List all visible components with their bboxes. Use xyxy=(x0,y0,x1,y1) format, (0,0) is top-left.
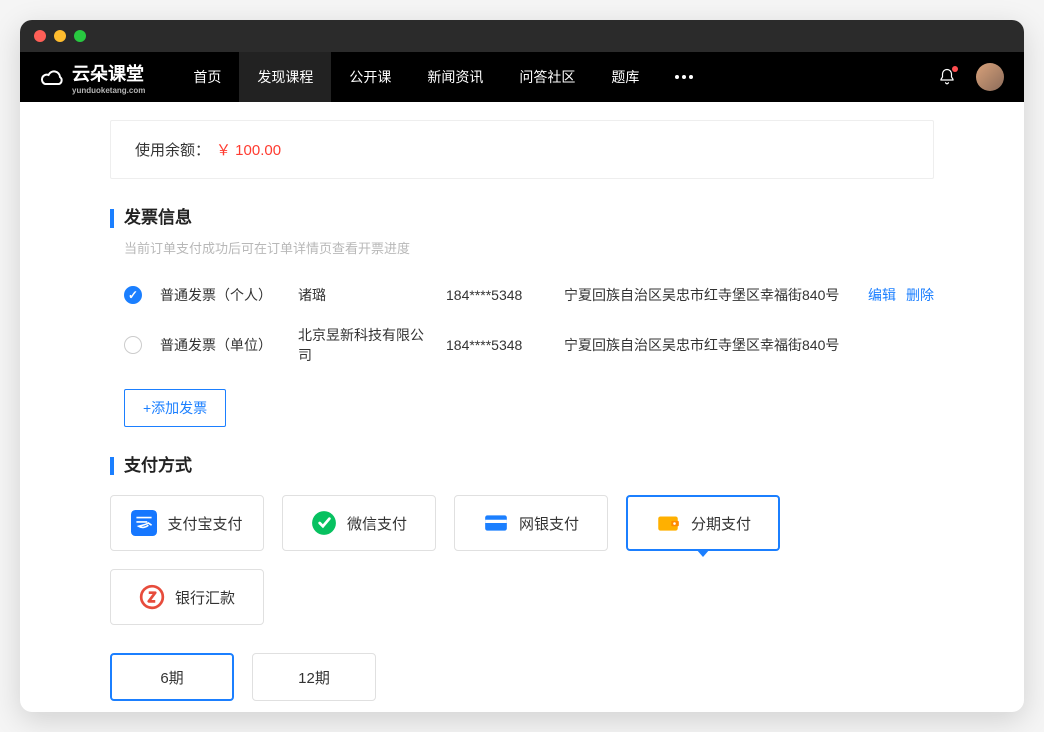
nav-right xyxy=(938,63,1004,91)
payment-section: 支付方式 支付宝支付 微信支付 网银支付 分期支付 xyxy=(110,457,934,712)
wechat-icon xyxy=(311,510,337,536)
add-invoice-button[interactable]: +添加发票 xyxy=(124,389,226,427)
nav-home[interactable]: 首页 xyxy=(175,52,239,102)
balance-amount: ￥ 100.00 xyxy=(216,142,281,159)
delete-link[interactable]: 删除 xyxy=(906,285,934,305)
nav-public[interactable]: 公开课 xyxy=(331,52,409,102)
nav-more[interactable] xyxy=(657,52,711,102)
invoice-addr: 宁夏回族自治区吴忠市红寺堡区幸福街840号 xyxy=(564,285,850,305)
pay-installment[interactable]: 分期支付 xyxy=(626,495,780,551)
bankcard-icon xyxy=(483,510,509,536)
nav-discover[interactable]: 发现课程 xyxy=(239,52,331,102)
invoice-section: 发票信息 当前订单支付成功后可在订单详情页查看开票进度 普通发票（个人） 诸璐 … xyxy=(110,209,934,427)
pay-alipay[interactable]: 支付宝支付 xyxy=(110,495,264,551)
bank-icon xyxy=(139,584,165,610)
window-close[interactable] xyxy=(34,30,46,42)
invoice-actions: 编辑 删除 xyxy=(868,285,934,305)
brand-logo[interactable]: 云朵课堂 yunduoketang.com xyxy=(40,60,145,95)
brand-sub: yunduoketang.com xyxy=(72,86,145,95)
invoice-row: 普通发票（单位） 北京昱新科技有限公司 184****5348 宁夏回族自治区吴… xyxy=(110,315,934,375)
invoice-radio[interactable] xyxy=(124,286,142,304)
invoice-name: 诸璐 xyxy=(298,285,428,305)
nav-news[interactable]: 新闻资讯 xyxy=(409,52,501,102)
wallet-icon xyxy=(655,510,681,536)
avatar[interactable] xyxy=(976,63,1004,91)
titlebar xyxy=(20,20,1024,52)
payment-title: 支付方式 xyxy=(110,457,934,476)
main-content: 使用余额： ￥ 100.00 发票信息 当前订单支付成功后可在订单详情页查看开票进… xyxy=(20,102,1024,712)
nav-items: 首页 发现课程 公开课 新闻资讯 问答社区 题库 xyxy=(175,52,711,102)
invoice-row: 普通发票（个人） 诸璐 184****5348 宁夏回族自治区吴忠市红寺堡区幸福… xyxy=(110,275,934,315)
invoice-phone: 184****5348 xyxy=(446,287,546,303)
pay-label: 分期支付 xyxy=(691,513,751,534)
installment-periods: 6期 12期 xyxy=(110,653,934,701)
top-nav: 云朵课堂 yunduoketang.com 首页 发现课程 公开课 新闻资讯 问… xyxy=(20,52,1024,102)
invoice-hint: 当前订单支付成功后可在订单详情页查看开票进度 xyxy=(110,238,934,257)
alipay-icon xyxy=(131,510,157,536)
edit-link[interactable]: 编辑 xyxy=(868,285,896,305)
payment-methods: 支付宝支付 微信支付 网银支付 分期支付 银行汇款 xyxy=(110,495,934,625)
window-maximize[interactable] xyxy=(74,30,86,42)
pay-wechat[interactable]: 微信支付 xyxy=(282,495,436,551)
cloud-icon xyxy=(40,67,66,87)
brand-name: 云朵课堂 xyxy=(72,60,145,86)
invoice-type: 普通发票（单位） xyxy=(160,335,280,355)
nav-bank[interactable]: 题库 xyxy=(593,52,657,102)
invoice-name: 北京昱新科技有限公司 xyxy=(298,325,428,365)
pay-transfer[interactable]: 银行汇款 xyxy=(110,569,264,625)
balance-label: 使用余额： xyxy=(135,142,210,159)
bell-icon xyxy=(938,68,956,86)
balance-card: 使用余额： ￥ 100.00 xyxy=(110,120,934,179)
pay-label: 支付宝支付 xyxy=(167,513,242,534)
invoice-type: 普通发票（个人） xyxy=(160,285,280,305)
period-12[interactable]: 12期 xyxy=(252,653,376,701)
pay-label: 银行汇款 xyxy=(175,587,235,608)
pay-label: 微信支付 xyxy=(347,513,407,534)
pay-bank[interactable]: 网银支付 xyxy=(454,495,608,551)
notification-bell[interactable] xyxy=(938,68,956,86)
invoice-list: 普通发票（个人） 诸璐 184****5348 宁夏回族自治区吴忠市红寺堡区幸福… xyxy=(110,275,934,375)
invoice-radio[interactable] xyxy=(124,336,142,354)
invoice-phone: 184****5348 xyxy=(446,337,546,353)
window-minimize[interactable] xyxy=(54,30,66,42)
invoice-title: 发票信息 xyxy=(110,209,934,228)
nav-qa[interactable]: 问答社区 xyxy=(501,52,593,102)
invoice-addr: 宁夏回族自治区吴忠市红寺堡区幸福街840号 xyxy=(564,335,934,355)
pay-label: 网银支付 xyxy=(519,513,579,534)
app-window: 云朵课堂 yunduoketang.com 首页 发现课程 公开课 新闻资讯 问… xyxy=(20,20,1024,712)
period-6[interactable]: 6期 xyxy=(110,653,234,701)
